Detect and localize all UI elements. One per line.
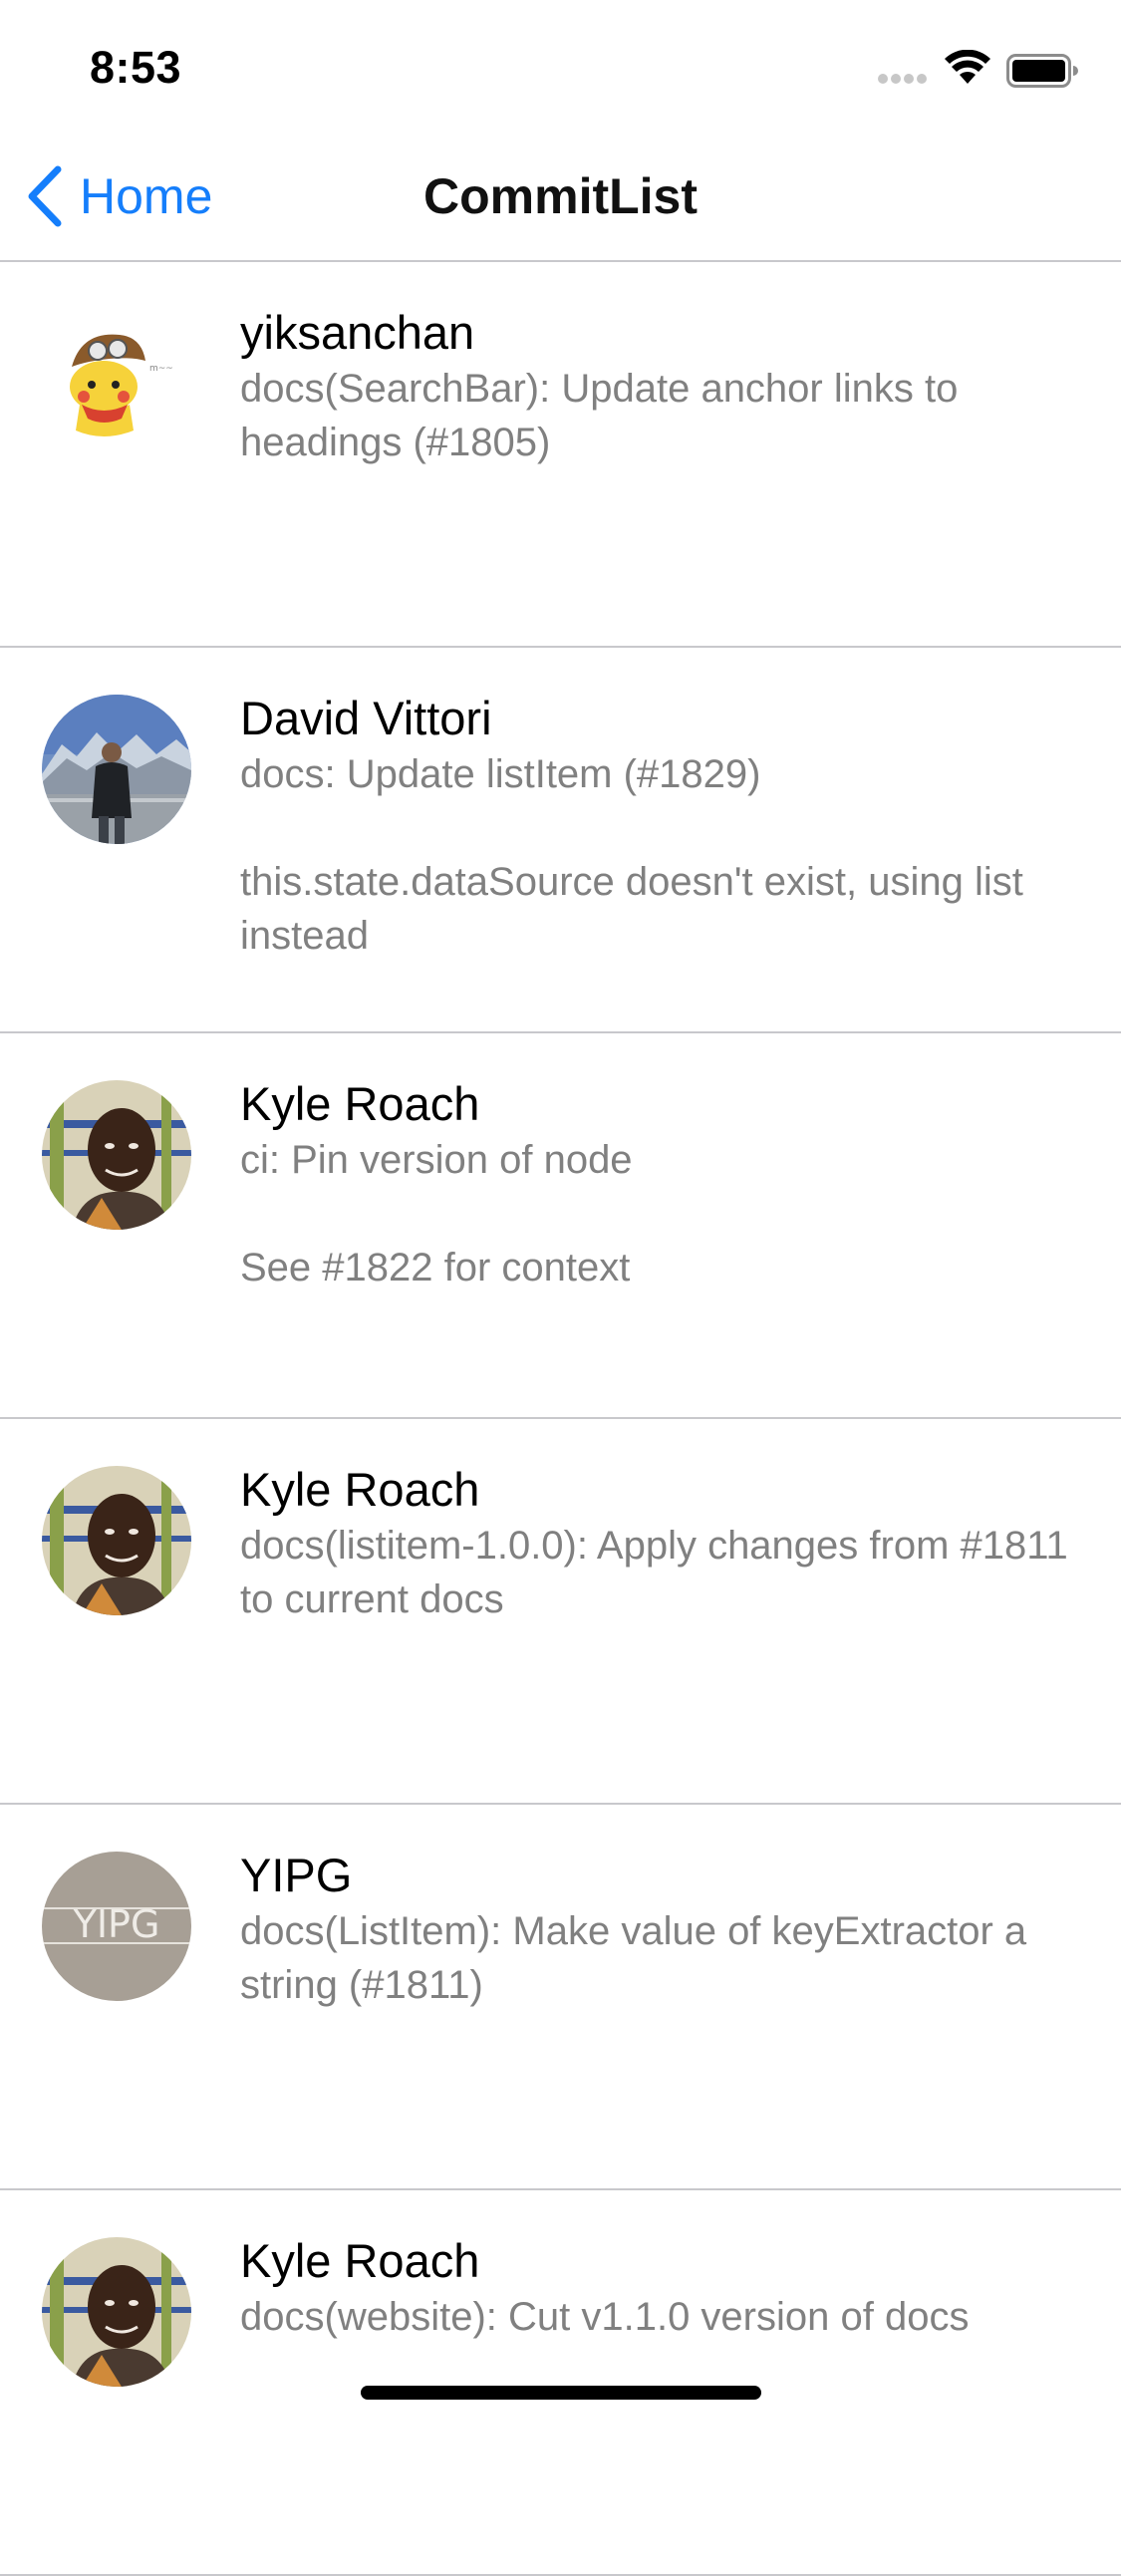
navigation-bar: Home CommitList [0,132,1121,262]
status-bar: 8:53 [0,0,1121,132]
commit-list: m~~ yiksanchan docs(SearchBar): Update a… [0,262,1121,2576]
list-item[interactable]: Kyle Roach ci: Pin version of node See #… [0,1033,1121,1419]
commit-text: yiksanchan docs(SearchBar): Update ancho… [240,304,1087,469]
commit-author: Kyle Roach [240,1077,480,1130]
commit-text: Kyle Roach ci: Pin version of node See #… [240,1075,1087,1294]
commit-message: docs(SearchBar): Update anchor links to … [240,367,959,464]
pikachu-avatar: m~~ [42,309,191,458]
commit-message: ci: Pin version of node See #1822 for co… [240,1138,633,1289]
home-indicator[interactable] [361,2386,761,2400]
photo-avatar-kyle [42,2237,191,2387]
commit-message: docs(ListItem): Make value of keyExtract… [240,1909,1027,2007]
list-item[interactable]: m~~ yiksanchan docs(SearchBar): Update a… [0,262,1121,648]
commit-author: yiksanchan [240,306,475,359]
commit-text: Kyle Roach docs(listitem-1.0.0): Apply c… [240,1461,1087,1626]
status-time: 8:53 [90,42,182,93]
wifi-icon [945,50,990,84]
list-item[interactable]: YIPG YIPG docs(ListItem): Make value of … [0,1805,1121,2190]
photo-avatar-kyle [42,1466,191,1615]
commit-text: David Vittori docs: Update listItem (#18… [240,690,1087,963]
text-avatar-yipg: YIPG [42,1852,191,2001]
cellular-signal-icon [878,74,928,84]
page-title: CommitList [423,168,698,224]
commit-message: docs: Update listItem (#1829) this.state… [240,752,1023,958]
commit-message: docs(website): Cut v1.1.0 version of doc… [240,2295,970,2339]
commit-author: YIPG [240,1849,353,1901]
battery-icon [1006,54,1078,88]
photo-avatar-mountains [42,695,191,844]
commit-text: Kyle Roach docs(website): Cut v1.1.0 ver… [240,2232,1087,2344]
commit-message: docs(listitem-1.0.0): Apply changes from… [240,1524,1068,1621]
commit-text: YIPG docs(ListItem): Make value of keyEx… [240,1847,1087,2012]
list-item[interactable]: David Vittori docs: Update listItem (#18… [0,648,1121,1033]
commit-author: Kyle Roach [240,1463,480,1516]
list-item[interactable]: Kyle Roach docs(listitem-1.0.0): Apply c… [0,1419,1121,1805]
commit-author: Kyle Roach [240,2234,480,2287]
svg-text:m~~: m~~ [149,364,173,374]
photo-avatar-kyle [42,1080,191,1230]
list-item[interactable]: Kyle Roach docs(website): Cut v1.1.0 ver… [0,2190,1121,2576]
commit-author: David Vittori [240,692,492,744]
avatar-text: YIPG [73,1902,160,1946]
